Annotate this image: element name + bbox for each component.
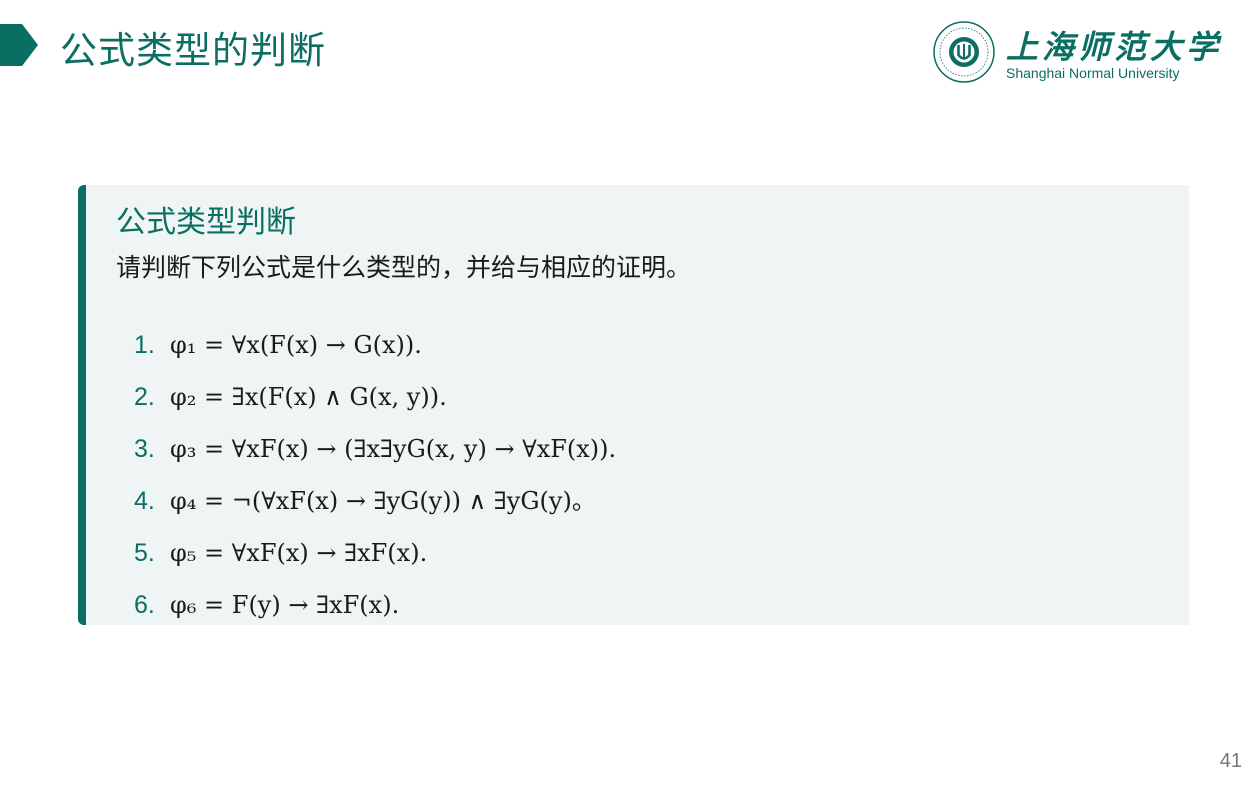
formula-number: 2. xyxy=(134,383,155,411)
content-block: 公式类型判断 请判断下列公式是什么类型的，并给与相应的证明。 1. φ₁ = ∀… xyxy=(78,185,1189,625)
university-name-cn: 上海师范大学 xyxy=(1006,28,1223,66)
formula-number: 5. xyxy=(134,539,155,567)
university-name-en: Shanghai Normal University xyxy=(1006,65,1180,81)
page-number: 41 xyxy=(1219,750,1242,772)
university-seal-icon xyxy=(933,21,995,83)
formula-item: 3. φ₃ = ∀xF(x) → (∃x∃yG(x, y) → ∀xF(x)). xyxy=(134,423,616,475)
formula-text: φ₄ = ¬(∀xF(x) → ∃yG(y)) ∧ ∃yG(y)。 xyxy=(170,487,596,515)
formula-item: 5. φ₅ = ∀xF(x) → ∃xF(x). xyxy=(134,527,616,579)
formula-text: φ₃ = ∀xF(x) → (∃x∃yG(x, y) → ∀xF(x)). xyxy=(170,435,617,463)
formula-text: φ₁ = ∀x(F(x) → G(x)). xyxy=(170,331,422,359)
block-intro: 请判断下列公式是什么类型的，并给与相应的证明。 xyxy=(116,253,692,282)
formula-text: φ₂ = ∃x(F(x) ∧ G(x, y)). xyxy=(170,383,447,411)
formula-item: 6. φ₆ = F(y) → ∃xF(x). xyxy=(134,579,616,631)
formula-number: 6. xyxy=(134,591,155,619)
formula-number: 4. xyxy=(134,487,155,515)
university-logo: 上海师范大学 Shanghai Normal University xyxy=(932,20,1218,86)
header-marker xyxy=(0,24,38,66)
formula-text: φ₅ = ∀xF(x) → ∃xF(x). xyxy=(170,539,428,567)
formula-item: 1. φ₁ = ∀x(F(x) → G(x)). xyxy=(134,319,616,371)
block-title: 公式类型判断 xyxy=(116,205,296,240)
formula-text: φ₆ = F(y) → ∃xF(x). xyxy=(170,591,400,619)
formula-item: 4. φ₄ = ¬(∀xF(x) → ∃yG(y)) ∧ ∃yG(y)。 xyxy=(134,475,616,527)
formula-number: 3. xyxy=(134,435,155,463)
formula-number: 1. xyxy=(134,331,155,359)
formula-list: 1. φ₁ = ∀x(F(x) → G(x)). 2. φ₂ = ∃x(F(x)… xyxy=(134,319,616,631)
formula-item: 2. φ₂ = ∃x(F(x) ∧ G(x, y)). xyxy=(134,371,616,423)
page-title: 公式类型的判断 xyxy=(60,29,326,72)
